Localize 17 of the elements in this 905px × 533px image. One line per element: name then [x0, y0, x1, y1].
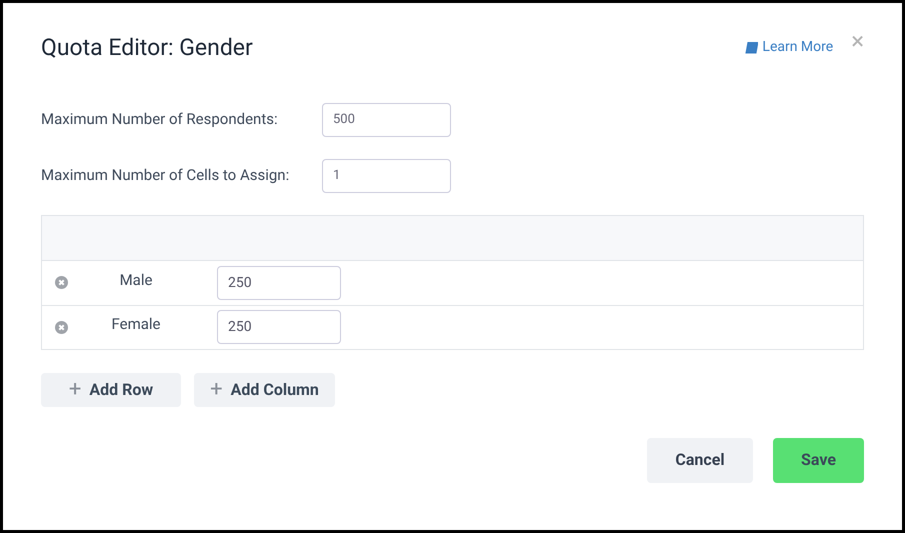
remove-icon[interactable] — [55, 276, 68, 289]
save-button[interactable]: Save — [773, 438, 864, 482]
add-button[interactable]: + Add Column — [194, 372, 335, 406]
add-button[interactable]: + Add Row — [41, 372, 181, 406]
quota-field[interactable]: 250 — [217, 310, 341, 344]
quota-field[interactable]: 250 — [217, 266, 341, 300]
number-field[interactable]: 500 — [322, 102, 451, 136]
number-field[interactable]: 1 — [322, 158, 451, 192]
book-icon — [745, 42, 758, 54]
remove-icon[interactable] — [55, 320, 68, 334]
row-label: Female — [110, 314, 162, 336]
row-label: Male — [118, 270, 154, 291]
learn-more-link[interactable]: Learn More — [745, 37, 834, 58]
field-label: Maximum Number of Respondents: — [41, 109, 279, 130]
field-label: Maximum Number of Cells to Assign: — [41, 165, 290, 186]
dialog-title: Quota Editor: Gender — [41, 33, 253, 63]
cancel-button[interactable]: Cancel — [647, 438, 753, 482]
